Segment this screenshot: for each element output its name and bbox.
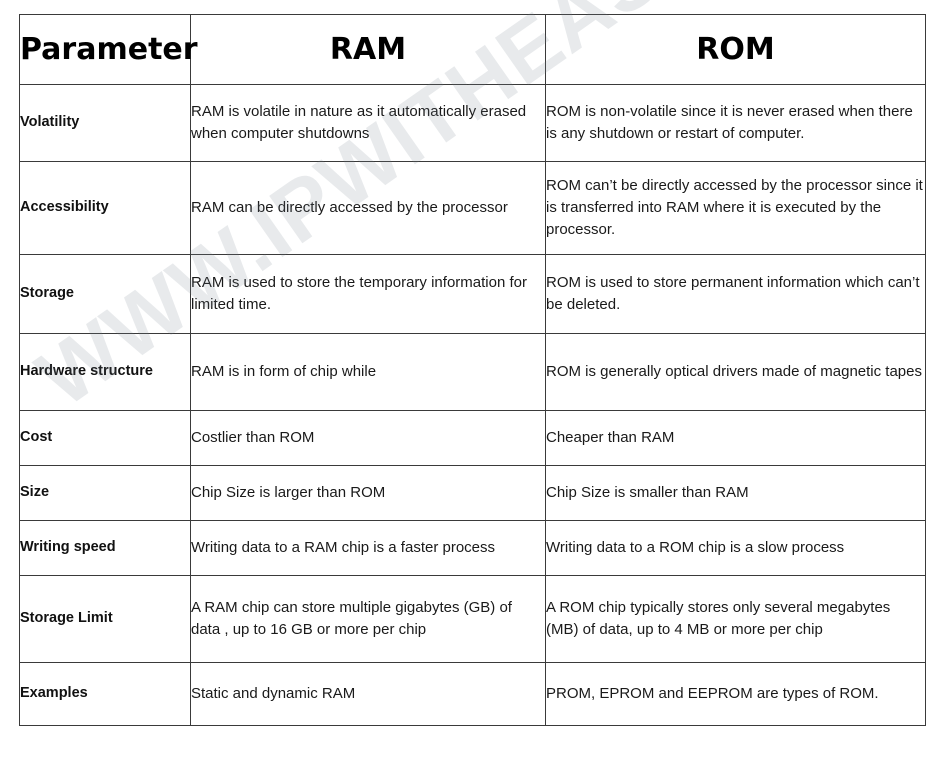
- cell-ram-volatility: RAM is volatile in nature as it automati…: [190, 84, 546, 162]
- cell-parameter-hardware-structure: Hardware structure: [19, 333, 191, 411]
- table-row: Accessibility RAM can be directly access…: [19, 161, 926, 255]
- cell-parameter-storage-limit: Storage Limit: [19, 575, 191, 663]
- cell-rom-cost: Cheaper than RAM: [545, 410, 926, 466]
- cell-parameter-size: Size: [19, 465, 191, 521]
- ram-vs-rom-comparison-table: Parameter RAM ROM Volatility RAM is vola…: [19, 14, 926, 726]
- cell-ram-cost: Costlier than ROM: [190, 410, 546, 466]
- table-row: Examples Static and dynamic RAM PROM, EP…: [19, 662, 926, 726]
- column-header-ram: RAM: [190, 14, 546, 85]
- cell-rom-accessibility: ROM can’t be directly accessed by the pr…: [545, 161, 926, 255]
- cell-rom-examples: PROM, EPROM and EEPROM are types of ROM.: [545, 662, 926, 726]
- page-canvas: Parameter RAM ROM Volatility RAM is vola…: [0, 0, 941, 782]
- cell-parameter-accessibility: Accessibility: [19, 161, 191, 255]
- cell-ram-storage-limit: A RAM chip can store multiple gigabytes …: [190, 575, 546, 663]
- cell-rom-size: Chip Size is smaller than RAM: [545, 465, 926, 521]
- cell-ram-writing-speed: Writing data to a RAM chip is a faster p…: [190, 520, 546, 576]
- cell-parameter-cost: Cost: [19, 410, 191, 466]
- cell-ram-examples: Static and dynamic RAM: [190, 662, 546, 726]
- table-row: Size Chip Size is larger than ROM Chip S…: [19, 465, 926, 521]
- table-row: Writing speed Writing data to a RAM chip…: [19, 520, 926, 576]
- table-row: Cost Costlier than ROM Cheaper than RAM: [19, 410, 926, 466]
- table-row: Volatility RAM is volatile in nature as …: [19, 84, 926, 162]
- cell-parameter-examples: Examples: [19, 662, 191, 726]
- cell-rom-hardware-structure: ROM is generally optical drivers made of…: [545, 333, 926, 411]
- cell-parameter-writing-speed: Writing speed: [19, 520, 191, 576]
- table-header-row: Parameter RAM ROM: [19, 14, 926, 85]
- cell-rom-storage: ROM is used to store permanent informati…: [545, 254, 926, 334]
- cell-parameter-volatility: Volatility: [19, 84, 191, 162]
- table-header: Parameter RAM ROM: [19, 14, 926, 85]
- table-row: Storage RAM is used to store the tempora…: [19, 254, 926, 334]
- column-header-rom: ROM: [545, 14, 926, 85]
- cell-ram-accessibility: RAM can be directly accessed by the proc…: [190, 161, 546, 255]
- cell-ram-hardware-structure: RAM is in form of chip while: [190, 333, 546, 411]
- column-header-parameter: Parameter: [19, 14, 198, 85]
- table-row: Storage Limit A RAM chip can store multi…: [19, 575, 926, 663]
- table-body: Volatility RAM is volatile in nature as …: [19, 84, 926, 726]
- cell-ram-storage: RAM is used to store the temporary infor…: [190, 254, 546, 334]
- table-row: Hardware structure RAM is in form of chi…: [19, 333, 926, 411]
- cell-parameter-storage: Storage: [19, 254, 191, 334]
- cell-rom-storage-limit: A ROM chip typically stores only several…: [545, 575, 926, 663]
- cell-ram-size: Chip Size is larger than ROM: [190, 465, 546, 521]
- cell-rom-volatility: ROM is non-volatile since it is never er…: [545, 84, 926, 162]
- cell-rom-writing-speed: Writing data to a ROM chip is a slow pro…: [545, 520, 926, 576]
